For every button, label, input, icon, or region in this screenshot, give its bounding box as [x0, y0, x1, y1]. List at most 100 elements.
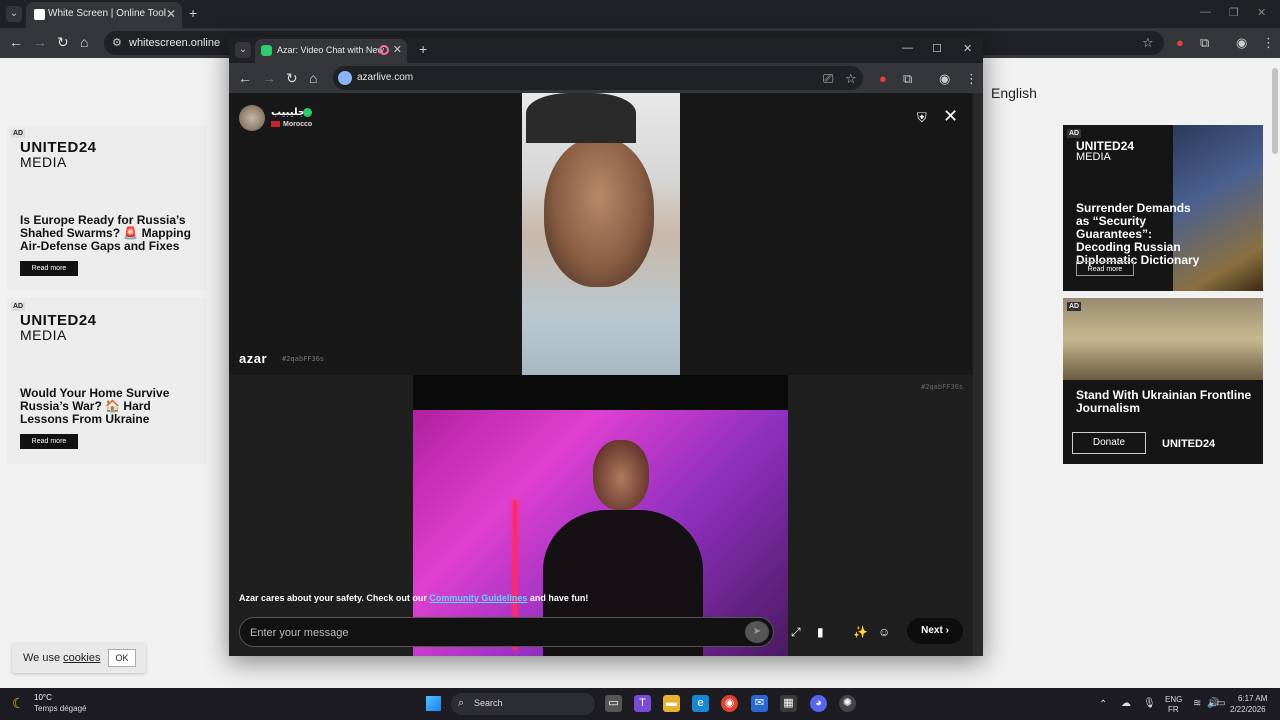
- forward-icon[interactable]: →: [262, 70, 276, 86]
- chrome-icon[interactable]: ◉: [721, 695, 738, 712]
- task-view-icon[interactable]: ▭: [605, 695, 622, 712]
- tab-whitescreen[interactable]: White Screen | Online Tool ✕: [26, 2, 182, 28]
- ad-headline: Surrender Demands as “Security Guarantee…: [1076, 201, 1200, 267]
- cookie-link[interactable]: cookies: [63, 652, 100, 664]
- menu-icon[interactable]: ⋮: [965, 71, 978, 87]
- outer-tab-bar: ⌄ White Screen | Online Tool ✕ + — ❐ ✕: [0, 0, 1280, 28]
- forward-icon[interactable]: →: [33, 34, 47, 50]
- extensions-icon[interactable]: ⧉: [1200, 35, 1209, 51]
- donate-button[interactable]: Donate: [1072, 432, 1146, 454]
- ad-right-2[interactable]: AD Stand With Ukrainian Frontline Journa…: [1063, 298, 1263, 464]
- profile-icon[interactable]: ◉: [1236, 35, 1247, 51]
- maximize-icon[interactable]: ❐: [1229, 6, 1239, 19]
- back-icon[interactable]: ←: [238, 70, 252, 86]
- extension-badge-icon[interactable]: ●: [879, 71, 887, 86]
- mic-icon[interactable]: 🎙: [1143, 698, 1156, 709]
- expand-icon[interactable]: ⤢: [791, 625, 801, 640]
- ad-headline: Is Europe Ready for Russia’s Shahed Swar…: [20, 213, 191, 253]
- temperature: 10°C: [34, 693, 52, 702]
- cookie-ok-button[interactable]: OK: [108, 649, 136, 667]
- minimize-icon[interactable]: —: [902, 42, 913, 54]
- back-icon[interactable]: ←: [9, 34, 23, 50]
- file-explorer-icon[interactable]: ▬: [663, 695, 680, 712]
- teams-icon[interactable]: T: [634, 695, 651, 712]
- magic-icon[interactable]: ✨: [853, 625, 868, 639]
- message-box[interactable]: ➤: [239, 617, 774, 647]
- brand-logo: UNITED24 MEDIA: [1076, 140, 1134, 163]
- next-button[interactable]: Next ›: [907, 618, 963, 644]
- language-selector[interactable]: English: [991, 85, 1037, 101]
- tab-menu-icon[interactable]: ⌄: [6, 6, 22, 22]
- tab-close-icon[interactable]: ✕: [166, 7, 176, 21]
- cookie-banner: We use cookies OK: [12, 643, 146, 673]
- home-icon[interactable]: ⌂: [80, 34, 88, 50]
- taskbar-search[interactable]: ⌕ Search: [451, 693, 595, 715]
- cookie-text-prefix: We use: [23, 652, 61, 664]
- tab-azar[interactable]: Azar: Video Chat with New ✕: [255, 39, 407, 63]
- ad-left-2[interactable]: AD UNITED24 MEDIA Would Your Home Survive…: [7, 298, 207, 464]
- extensions-icon[interactable]: ⧉: [903, 71, 912, 87]
- ad-headline: Would Your Home Survive Russia’s War? 🏠 …: [20, 386, 170, 426]
- ad-tag: AD: [1067, 302, 1082, 311]
- onedrive-icon[interactable]: ☁: [1121, 698, 1131, 709]
- moon-weather-icon[interactable]: ☾: [12, 695, 25, 712]
- read-more-button[interactable]: Read more: [20, 261, 78, 276]
- azar-logo: azar: [239, 351, 268, 366]
- page-scrollbar[interactable]: [1270, 58, 1280, 688]
- menu-icon[interactable]: ⋮: [1262, 35, 1275, 51]
- new-tab-icon[interactable]: +: [189, 5, 197, 21]
- safety-notice: Azar cares about your safety. Check out …: [239, 593, 588, 603]
- scrollbar-thumb[interactable]: [1272, 68, 1278, 154]
- taskbar: ☾ 10°C Temps dégagé ⌕ Search ▭ T ▬ e ◉ ✉…: [0, 688, 1280, 720]
- tab-menu-icon[interactable]: ⌄: [235, 42, 251, 58]
- read-more-button[interactable]: Read more: [1076, 261, 1134, 276]
- app-icon[interactable]: ✺: [839, 695, 856, 712]
- ad-left-1[interactable]: AD UNITED24 MEDIA Is Europe Ready for Rus…: [7, 125, 207, 291]
- profile-icon[interactable]: ◉: [939, 71, 950, 87]
- star-icon[interactable]: ☆: [1142, 35, 1154, 51]
- community-guidelines-link[interactable]: Community Guidelines: [429, 593, 527, 603]
- self-video-bar: [413, 375, 788, 410]
- store-icon[interactable]: ▦: [780, 695, 797, 712]
- close-window-icon[interactable]: ✕: [1257, 6, 1266, 19]
- lang-eng[interactable]: ENG: [1165, 695, 1182, 704]
- message-input[interactable]: [250, 624, 730, 642]
- ad-tag: AD: [11, 129, 26, 138]
- edge-icon[interactable]: e: [692, 695, 709, 712]
- battery-icon[interactable]: ▭: [1216, 698, 1225, 709]
- camera-permission-icon[interactable]: [338, 71, 352, 85]
- new-tab-icon[interactable]: +: [419, 41, 427, 57]
- close-icon[interactable]: ✕: [943, 106, 958, 127]
- discord-icon[interactable]: ◕: [810, 695, 827, 712]
- read-more-button[interactable]: Read more: [20, 434, 78, 449]
- cast-icon[interactable]: ⎚: [823, 71, 833, 87]
- close-window-icon[interactable]: ✕: [963, 42, 972, 55]
- ad-right-1[interactable]: AD UNITED24 MEDIA Surrender Demands as “S…: [1063, 125, 1263, 291]
- star-icon[interactable]: ☆: [845, 71, 857, 87]
- lang-fr[interactable]: FR: [1168, 705, 1179, 714]
- shield-icon[interactable]: ⛨: [917, 110, 927, 126]
- site-info-icon[interactable]: ⚙: [112, 36, 122, 49]
- tray-chevron-icon[interactable]: ⌃: [1099, 699, 1107, 710]
- emoji-icon[interactable]: ☺: [878, 625, 890, 639]
- minimize-icon[interactable]: —: [1200, 6, 1211, 18]
- whitescreen-favicon-icon: [34, 9, 45, 20]
- outlook-icon[interactable]: ✉: [751, 695, 768, 712]
- wifi-icon[interactable]: ≋: [1193, 698, 1201, 709]
- tab-close-icon[interactable]: ✕: [393, 43, 402, 56]
- address-bar[interactable]: azarlive.com: [333, 66, 863, 90]
- clock-time[interactable]: 6:17 AM: [1238, 694, 1267, 703]
- session-hash: #2qabFF36s: [282, 355, 325, 363]
- phone-icon[interactable]: ▮: [817, 625, 824, 639]
- inner-scrollbar[interactable]: [973, 93, 983, 656]
- windows-icon[interactable]: [426, 696, 441, 711]
- maximize-icon[interactable]: ☐: [932, 42, 942, 55]
- clock-date[interactable]: 2/22/2026: [1230, 705, 1266, 714]
- remote-country: Morocco: [271, 121, 312, 128]
- send-icon[interactable]: ➤: [745, 621, 769, 643]
- reload-icon[interactable]: ↻: [286, 70, 298, 87]
- reload-icon[interactable]: ↻: [57, 34, 69, 51]
- url-text: azarlive.com: [357, 72, 414, 83]
- home-icon[interactable]: ⌂: [309, 70, 317, 86]
- extension-badge-icon[interactable]: ●: [1176, 35, 1184, 50]
